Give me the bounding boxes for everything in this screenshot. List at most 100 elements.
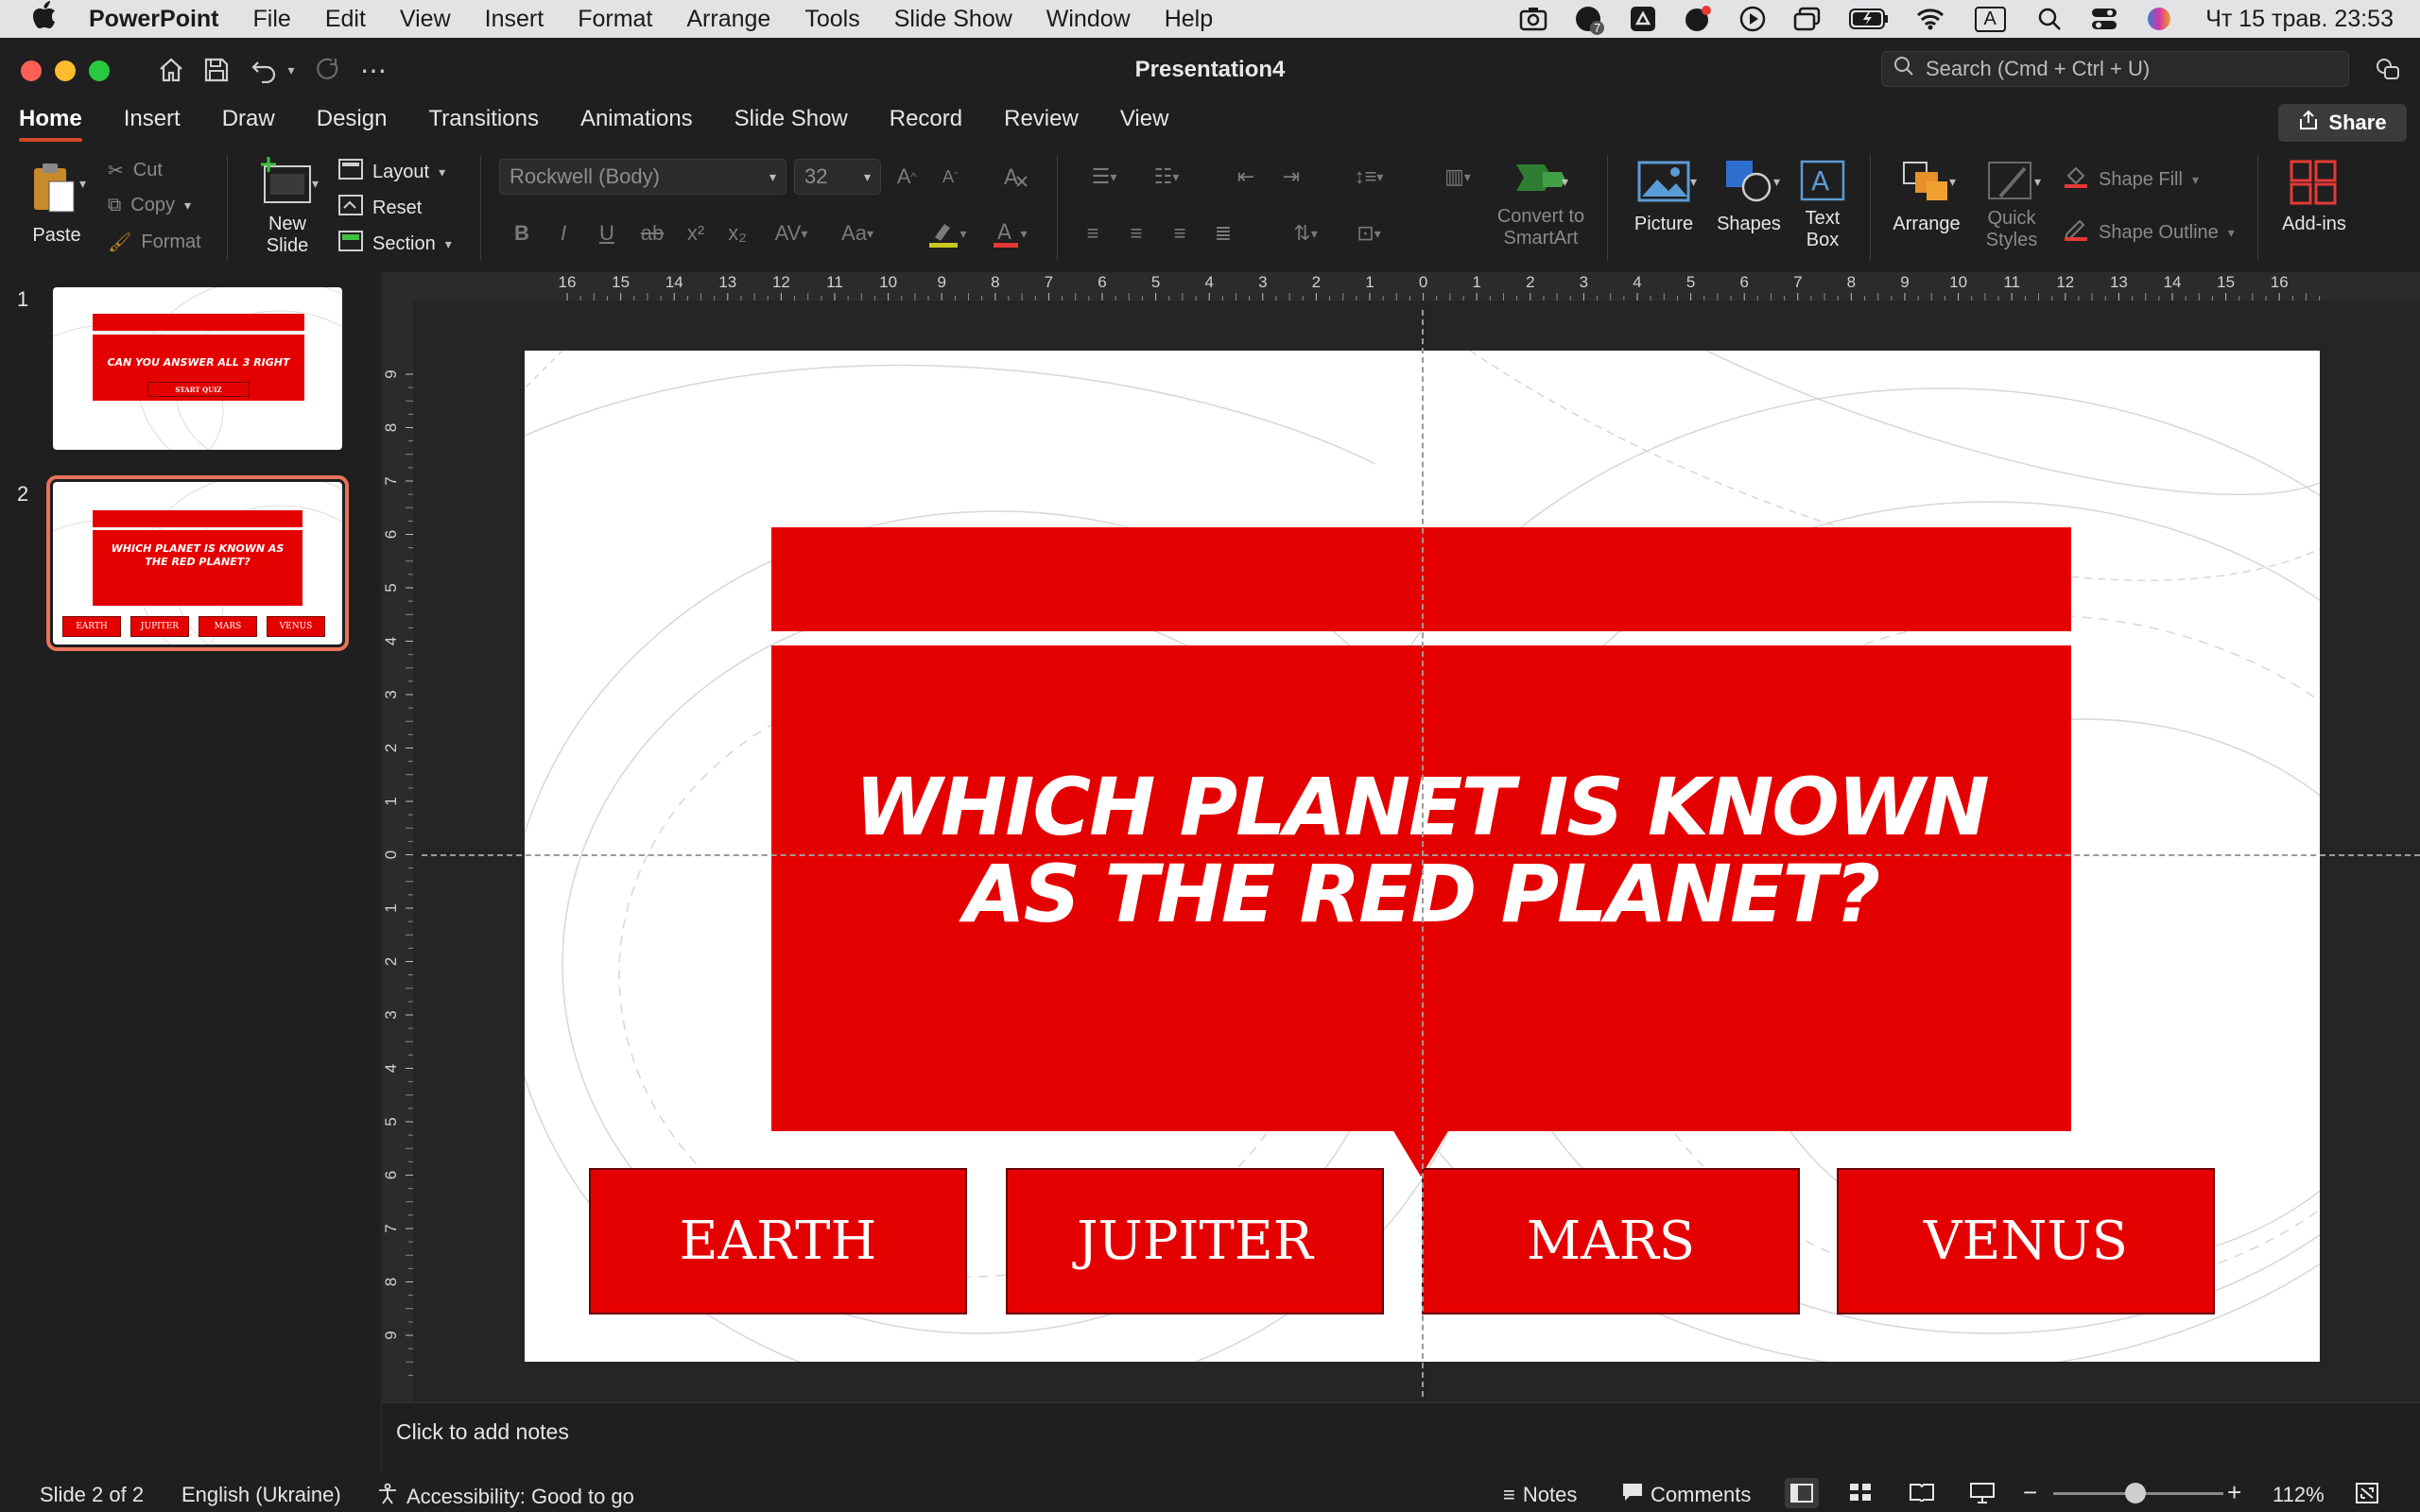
decrease-font-size-icon[interactable]: Aˇ	[936, 163, 964, 191]
font-name-select[interactable]: Rockwell (Body) ▾	[499, 159, 786, 195]
superscript-icon[interactable]: x²	[683, 219, 709, 248]
quick-styles-chevron-down-icon[interactable]: ▾	[2034, 174, 2041, 190]
menu-view[interactable]: View	[400, 6, 451, 33]
font-size-select[interactable]: 32 ▾	[794, 159, 881, 195]
format-painter-button[interactable]: 🖌 Format	[108, 231, 201, 254]
clear-formatting-icon[interactable]: A	[1000, 163, 1032, 191]
align-text-icon[interactable]: ⊡ ▾	[1342, 219, 1395, 248]
apple-icon[interactable]	[32, 1, 60, 37]
zoom-slider-thumb[interactable]	[2125, 1483, 2146, 1503]
minimize-window-button[interactable]	[55, 60, 76, 81]
drive-icon[interactable]	[1629, 5, 1657, 33]
shape-outline-button[interactable]: Shape Outline ▾	[2063, 217, 2235, 248]
underline-icon[interactable]: U	[596, 219, 618, 248]
layout-button[interactable]: Layout ▾	[338, 159, 445, 185]
slide-sorter-icon[interactable]	[1849, 1483, 1872, 1502]
new-slide-button[interactable]: New Slide	[248, 157, 327, 257]
add-ins-button[interactable]: Add-ins	[2276, 159, 2352, 235]
arrange-button[interactable]: Arrange	[1885, 159, 1968, 235]
menu-window[interactable]: Window	[1046, 6, 1131, 33]
text-direction-icon[interactable]: ⇅ ▾	[1280, 219, 1331, 248]
answer-box-venus[interactable]: VENUS	[1837, 1168, 2215, 1314]
tab-review[interactable]: Review	[1004, 106, 1079, 142]
menu-tools[interactable]: Tools	[804, 6, 859, 33]
close-window-button[interactable]	[21, 60, 42, 81]
vertical-ruler[interactable]: 9 8 7 6 5 4 3 2 1 0 1 2 3 4 5 6 7 8 9	[382, 301, 413, 1402]
screenshot-icon[interactable]	[1519, 5, 1547, 33]
language-indicator[interactable]: English (Ukraine)	[182, 1483, 341, 1507]
justify-icon[interactable]: ≣	[1208, 219, 1238, 248]
strikethrough-icon[interactable]: ab	[639, 219, 666, 248]
play-icon[interactable]	[1738, 5, 1767, 33]
italic-icon[interactable]: I	[552, 219, 575, 248]
align-right-icon[interactable]: ≡	[1165, 219, 1195, 248]
menu-bar-clock[interactable]: Чт 15 трав. 23:53	[2205, 6, 2394, 33]
slide-thumbnail-1[interactable]: CAN YOU ANSWER ALL 3 RIGHT START QUIZ	[53, 287, 342, 450]
tab-design[interactable]: Design	[317, 106, 388, 142]
app-menu[interactable]: PowerPoint	[89, 6, 219, 33]
subscript-icon[interactable]: x₂	[724, 219, 751, 248]
notes-pane[interactable]: Click to add notes	[383, 1402, 2420, 1474]
reset-button[interactable]: Reset	[338, 195, 422, 221]
search-box[interactable]	[1881, 51, 2349, 87]
zoom-out-icon[interactable]: −	[2023, 1478, 2037, 1507]
windows-icon[interactable]	[1793, 5, 1822, 33]
menu-edit[interactable]: Edit	[325, 6, 366, 33]
convert-to-smartart-button[interactable]: Convert to SmartArt	[1484, 161, 1598, 249]
change-case-icon[interactable]: Aa ▾	[830, 219, 885, 248]
increase-font-size-icon[interactable]: A ^	[892, 163, 921, 191]
control-center-icon[interactable]	[2090, 5, 2118, 33]
save-icon[interactable]	[199, 51, 234, 89]
menu-slide-show[interactable]: Slide Show	[894, 6, 1012, 33]
arrange-chevron-down-icon[interactable]: ▾	[1949, 174, 1956, 190]
cut-button[interactable]: ✂ Cut	[108, 159, 163, 182]
notes-toggle-button[interactable]: ≡ Notes	[1503, 1483, 1577, 1507]
numbering-icon[interactable]: ☷ ▾	[1140, 163, 1193, 191]
font-color-icon[interactable]: A ▾	[983, 217, 1036, 249]
zoom-in-icon[interactable]: +	[2227, 1478, 2241, 1507]
battery-icon[interactable]	[1848, 5, 1890, 33]
tab-draw[interactable]: Draw	[222, 106, 275, 142]
align-left-icon[interactable]: ≡	[1078, 219, 1108, 248]
paste-options-chevron-down-icon[interactable]: ▾	[79, 176, 86, 192]
tab-home[interactable]: Home	[19, 106, 82, 142]
horizontal-ruler[interactable]: 16 15 14 13 12 11 10 9 8 7 6 5 4 3 2 1 0 1 2 3 4 5 6 7 8 9 10 11 12 1…	[383, 272, 2420, 301]
accessibility-checker[interactable]: Accessibility: Good to go	[376, 1483, 634, 1511]
menu-format[interactable]: Format	[578, 6, 652, 33]
picture-chevron-down-icon[interactable]: ▾	[1690, 174, 1697, 190]
undo-dropdown-chevron-down-icon[interactable]: ▾	[282, 51, 301, 89]
tab-insert[interactable]: Insert	[124, 106, 181, 142]
menu-file[interactable]: File	[253, 6, 291, 33]
menu-help[interactable]: Help	[1165, 6, 1213, 33]
convert-chevron-down-icon[interactable]: ▾	[1562, 174, 1568, 190]
columns-icon[interactable]: ▥ ▾	[1431, 163, 1484, 191]
section-button[interactable]: Section ▾	[338, 231, 452, 257]
answer-box-earth[interactable]: EARTH	[589, 1168, 967, 1314]
fit-to-window-icon[interactable]	[2356, 1483, 2378, 1503]
shapes-chevron-down-icon[interactable]: ▾	[1773, 174, 1780, 190]
more-commands-icon[interactable]: ⋯	[355, 51, 391, 89]
wifi-icon[interactable]	[1916, 5, 1945, 33]
answer-box-mars[interactable]: MARS	[1422, 1168, 1800, 1314]
line-spacing-icon[interactable]: ↕≡ ▾	[1342, 163, 1395, 191]
copilot-chat-icon[interactable]	[2369, 51, 2407, 89]
undo-icon[interactable]	[246, 51, 282, 89]
tab-animations[interactable]: Animations	[580, 106, 693, 142]
paste-button[interactable]: Paste	[19, 161, 95, 247]
character-spacing-icon[interactable]: AV ▾	[766, 219, 817, 248]
home-icon[interactable]	[153, 51, 189, 89]
normal-view-icon[interactable]	[1785, 1478, 1819, 1508]
search-input[interactable]	[1926, 57, 2323, 81]
answer-box-jupiter[interactable]: JUPITER	[1006, 1168, 1384, 1314]
bold-icon[interactable]: B	[510, 219, 533, 248]
slide-show-view-icon[interactable]	[1970, 1483, 1995, 1503]
zoom-window-button[interactable]	[89, 60, 110, 81]
decrease-indent-icon[interactable]: ⇤	[1231, 163, 1261, 191]
siri-icon[interactable]	[2145, 5, 2173, 33]
horizontal-guide[interactable]	[422, 854, 2420, 856]
picture-button[interactable]: Picture	[1624, 159, 1703, 235]
spotlight-search-icon[interactable]	[2035, 5, 2064, 33]
redo-icon[interactable]	[310, 51, 346, 89]
shape-fill-button[interactable]: Shape Fill ▾	[2063, 164, 2199, 195]
vertical-guide[interactable]	[1422, 310, 1424, 1397]
